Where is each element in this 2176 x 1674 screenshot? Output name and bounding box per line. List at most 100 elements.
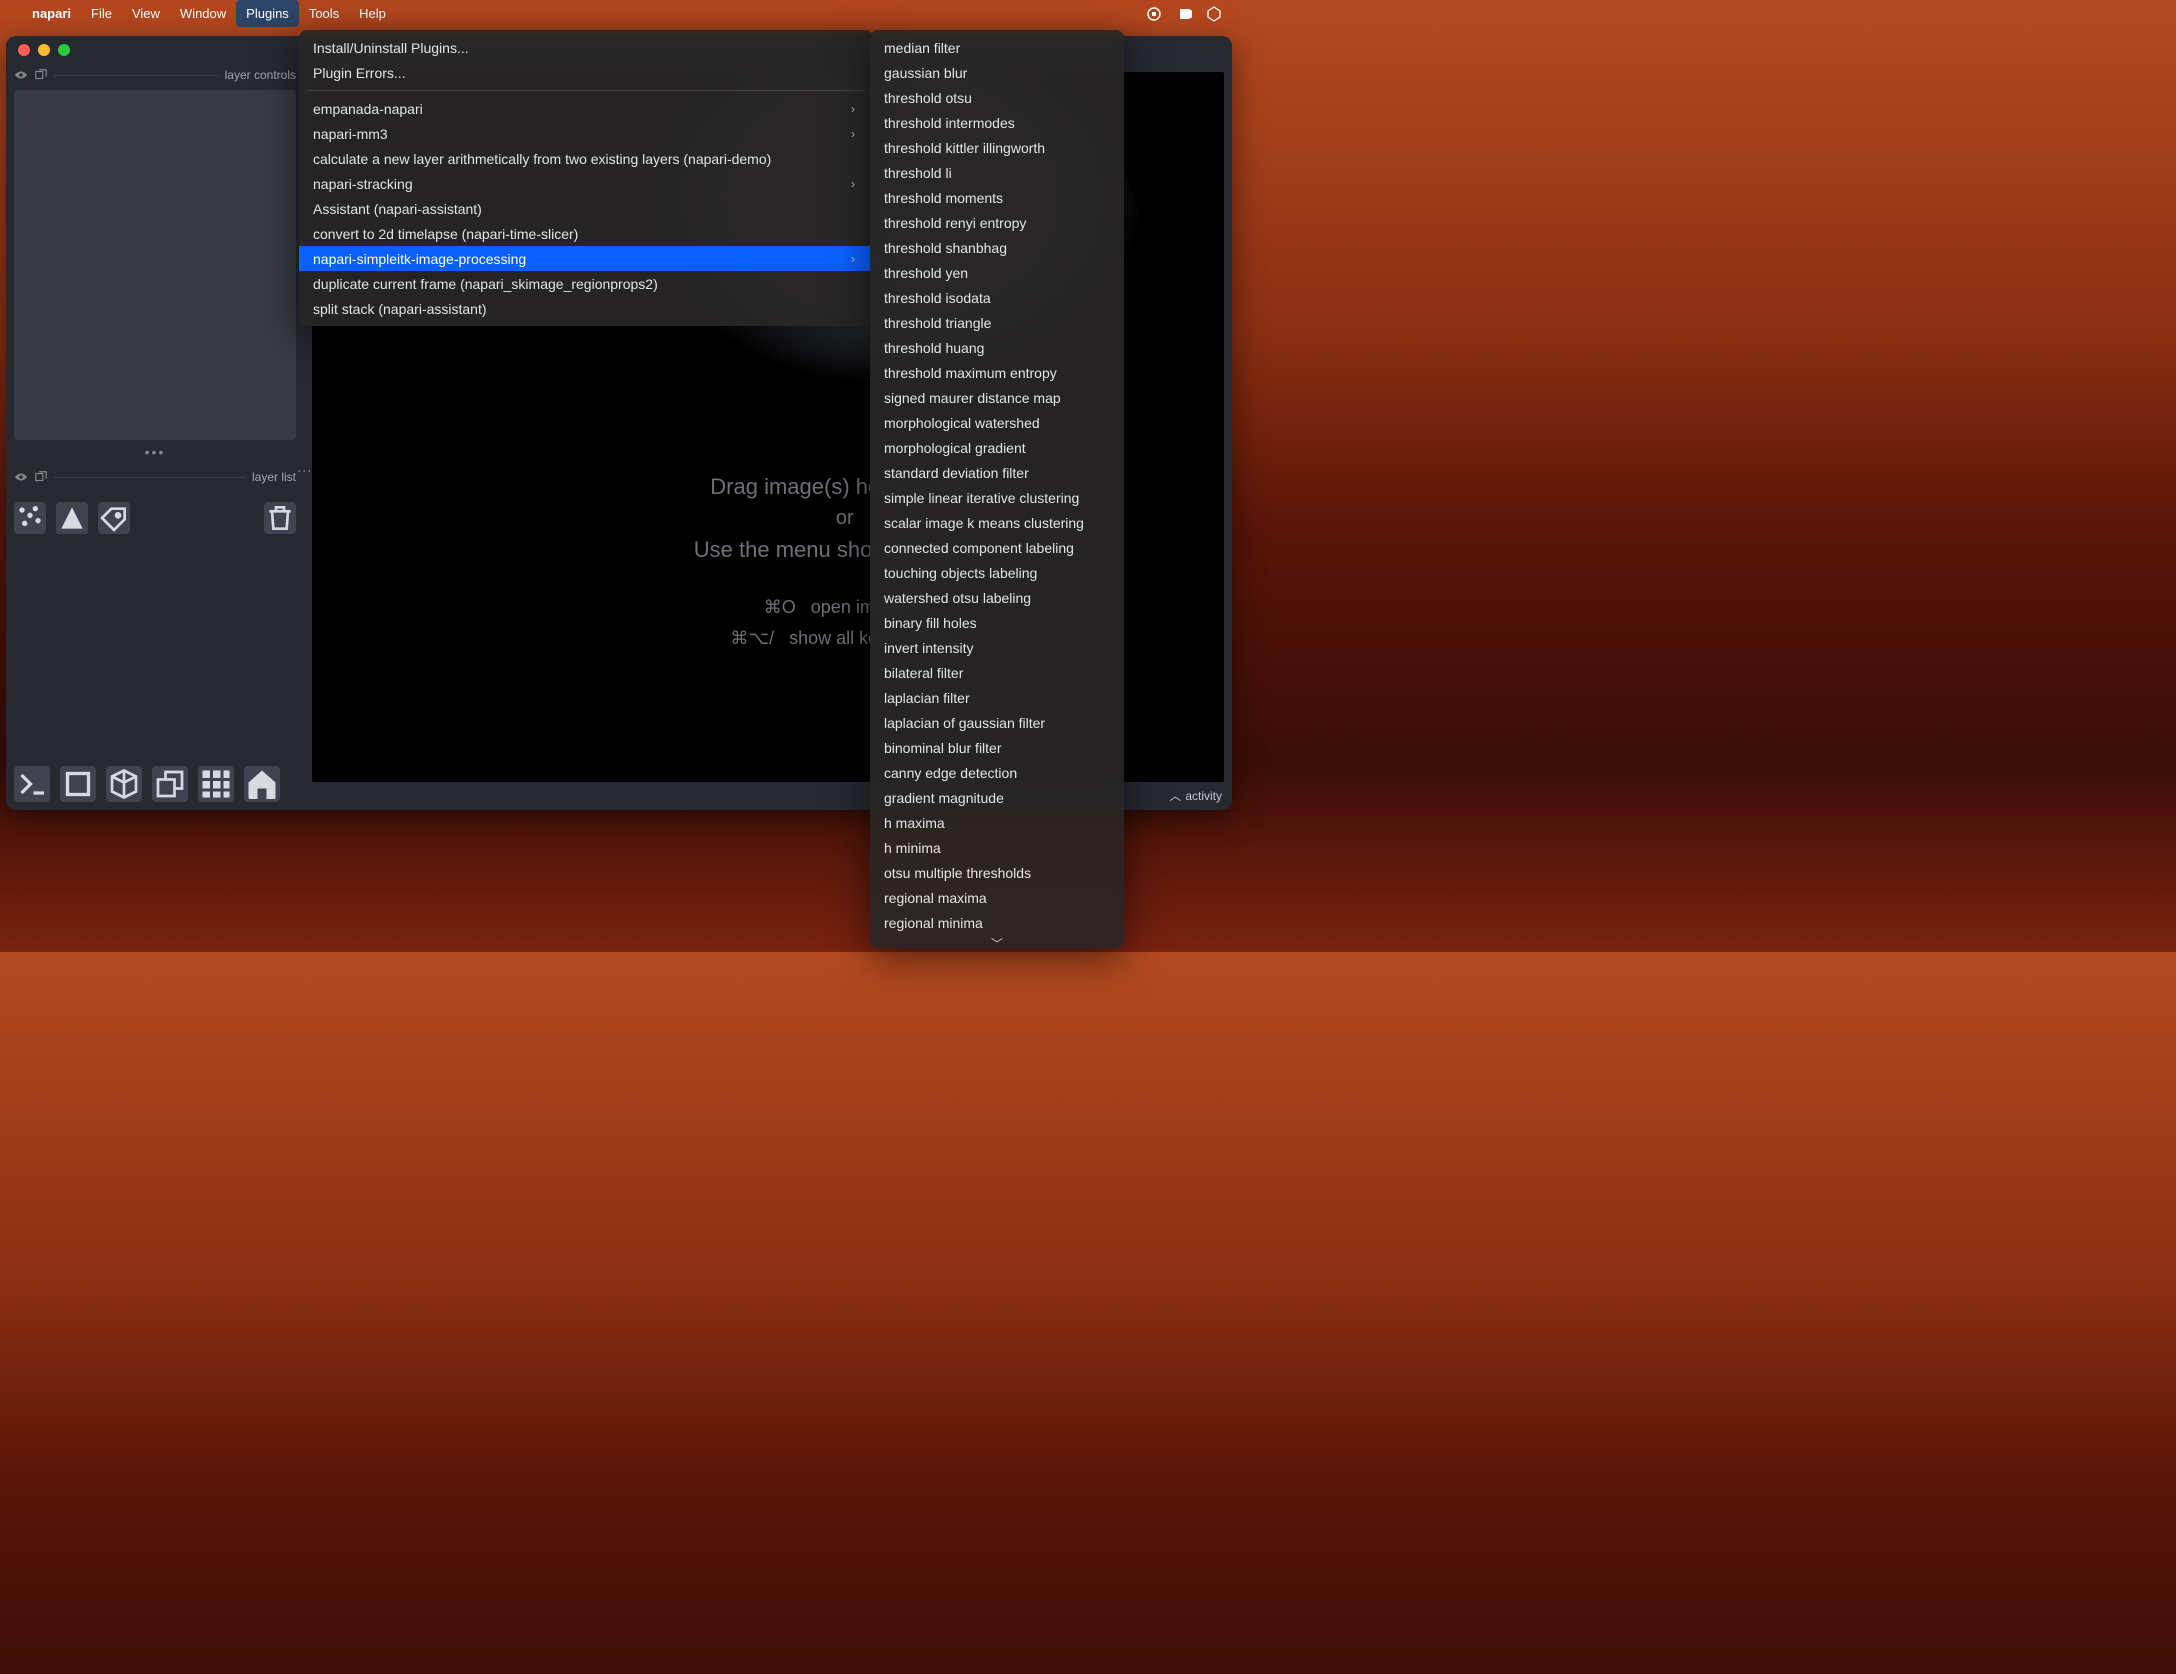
submenu-item[interactable]: regional minima xyxy=(870,910,1124,935)
chevron-up-icon: ︿ xyxy=(1169,787,1181,804)
submenu-item[interactable]: laplacian of gaussian filter xyxy=(870,710,1124,735)
plugin-menu-item-label: Assistant (napari-assistant) xyxy=(313,201,482,217)
submenu-item[interactable]: standard deviation filter xyxy=(870,460,1124,485)
new-shapes-layer-button[interactable] xyxy=(56,502,88,534)
submenu-item[interactable]: threshold intermodes xyxy=(870,110,1124,135)
submenu-item[interactable]: invert intensity xyxy=(870,635,1124,660)
status-icon-3[interactable] xyxy=(1206,6,1222,22)
submenu-item[interactable]: threshold otsu xyxy=(870,85,1124,110)
submenu-item[interactable]: median filter xyxy=(870,35,1124,60)
submenu-item[interactable]: h minima xyxy=(870,835,1124,860)
layer-list-header: layer list xyxy=(6,466,304,488)
submenu-item[interactable]: signed maurer distance map xyxy=(870,385,1124,410)
submenu-item[interactable]: simple linear iterative clustering xyxy=(870,485,1124,510)
menu-tools[interactable]: Tools xyxy=(299,0,349,27)
traffic-light-minimize[interactable] xyxy=(38,44,50,56)
console-button[interactable] xyxy=(14,766,50,802)
grid-button[interactable] xyxy=(198,766,234,802)
menu-plugins[interactable]: Plugins xyxy=(236,0,299,27)
status-icon-2[interactable] xyxy=(1176,6,1192,22)
plugin-menu-item-label: split stack (napari-assistant) xyxy=(313,301,487,317)
popout-icon[interactable] xyxy=(34,68,48,82)
submenu-item[interactable]: threshold huang xyxy=(870,335,1124,360)
submenu-item[interactable]: connected component labeling xyxy=(870,535,1124,560)
submenu-item[interactable]: scalar image k means clustering xyxy=(870,510,1124,535)
submenu-item[interactable]: bilateral filter xyxy=(870,660,1124,685)
submenu-item[interactable]: watershed otsu labeling xyxy=(870,585,1124,610)
menu-help[interactable]: Help xyxy=(349,0,396,27)
plugin-menu-item[interactable]: convert to 2d timelapse (napari-time-sli… xyxy=(299,221,873,246)
popout-icon[interactable] xyxy=(34,470,48,484)
new-labels-layer-button[interactable] xyxy=(98,502,130,534)
submenu-item[interactable]: threshold moments xyxy=(870,185,1124,210)
macos-menubar: napari File View Window Plugins Tools He… xyxy=(0,0,1238,27)
roll-dims-button[interactable] xyxy=(106,766,142,802)
plugins-menu: Install/Uninstall Plugins... Plugin Erro… xyxy=(299,30,873,326)
submenu-item[interactable]: gaussian blur xyxy=(870,60,1124,85)
plugin-menu-item-label: calculate a new layer arithmetically fro… xyxy=(313,151,771,167)
left-sidebar: layer controls ••• ⋮ layer list xyxy=(6,64,304,810)
new-points-layer-button[interactable] xyxy=(14,502,46,534)
transpose-button[interactable] xyxy=(152,766,188,802)
splitter-handle[interactable]: ⋮ xyxy=(302,464,308,478)
shortcut-keys-key: ⌘⌥/ xyxy=(730,628,774,648)
plugin-menu-item[interactable]: napari-mm3› xyxy=(299,121,873,146)
chevron-right-icon: › xyxy=(851,252,855,266)
submenu-item[interactable]: threshold maximum entropy xyxy=(870,360,1124,385)
submenu-item[interactable]: threshold triangle xyxy=(870,310,1124,335)
menu-window[interactable]: Window xyxy=(170,0,236,27)
plugin-menu-item[interactable]: Assistant (napari-assistant) xyxy=(299,196,873,221)
plugin-menu-item-label: convert to 2d timelapse (napari-time-sli… xyxy=(313,226,578,242)
chevron-right-icon: › xyxy=(851,127,855,141)
submenu-item[interactable]: regional maxima xyxy=(870,885,1124,910)
home-button[interactable] xyxy=(244,766,280,802)
submenu-item[interactable]: h maxima xyxy=(870,810,1124,835)
menu-file[interactable]: File xyxy=(81,0,122,27)
submenu-item[interactable]: threshold li xyxy=(870,160,1124,185)
submenu-item[interactable]: touching objects labeling xyxy=(870,560,1124,585)
plugin-menu-item[interactable]: empanada-napari› xyxy=(299,96,873,121)
delete-layer-button[interactable] xyxy=(264,502,296,534)
submenu-item[interactable]: morphological watershed xyxy=(870,410,1124,435)
menu-view[interactable]: View xyxy=(122,0,170,27)
submenu-item[interactable]: binominal blur filter xyxy=(870,735,1124,760)
status-icon-1[interactable] xyxy=(1146,6,1162,22)
activity-label: activity xyxy=(1185,789,1222,803)
submenu-item[interactable]: gradient magnitude xyxy=(870,785,1124,810)
layer-controls-header: layer controls xyxy=(6,64,304,86)
submenu-item[interactable]: threshold yen xyxy=(870,260,1124,285)
plugin-menu-item[interactable]: duplicate current frame (napari_skimage_… xyxy=(299,271,873,296)
plugin-menu-item[interactable]: calculate a new layer arithmetically fro… xyxy=(299,146,873,171)
plugin-menu-item-label: empanada-napari xyxy=(313,101,423,117)
traffic-light-zoom[interactable] xyxy=(58,44,70,56)
activity-indicator[interactable]: ︿ activity xyxy=(1169,787,1222,804)
layer-list-title: layer list xyxy=(252,470,296,484)
shortcut-open-key: ⌘O xyxy=(764,597,796,617)
plugin-menu-item[interactable]: napari-stracking› xyxy=(299,171,873,196)
simpleitk-submenu: median filtergaussian blurthreshold otsu… xyxy=(870,30,1124,948)
submenu-item[interactable]: otsu multiple thresholds xyxy=(870,860,1124,885)
plugin-menu-item-label: napari-simpleitk-image-processing xyxy=(313,251,526,267)
viewer-buttons xyxy=(14,766,280,802)
menu-plugin-errors[interactable]: Plugin Errors... xyxy=(299,60,873,85)
submenu-scroll-down-icon[interactable]: ﹀ xyxy=(870,935,1124,949)
plugin-menu-item[interactable]: split stack (napari-assistant) xyxy=(299,296,873,321)
panel-drag-handle[interactable]: ••• xyxy=(6,444,304,460)
eye-icon[interactable] xyxy=(14,68,28,82)
layer-controls-panel xyxy=(14,90,296,440)
submenu-item[interactable]: laplacian filter xyxy=(870,685,1124,710)
submenu-item[interactable]: canny edge detection xyxy=(870,760,1124,785)
submenu-item[interactable]: threshold isodata xyxy=(870,285,1124,310)
ndisplay-button[interactable] xyxy=(60,766,96,802)
menu-install-plugins[interactable]: Install/Uninstall Plugins... xyxy=(299,35,873,60)
eye-icon[interactable] xyxy=(14,470,28,484)
submenu-item[interactable]: morphological gradient xyxy=(870,435,1124,460)
plugin-menu-item[interactable]: napari-simpleitk-image-processing › xyxy=(299,246,873,271)
traffic-light-close[interactable] xyxy=(18,44,30,56)
submenu-item[interactable]: threshold shanbhag xyxy=(870,235,1124,260)
submenu-item[interactable]: threshold renyi entropy xyxy=(870,210,1124,235)
submenu-item[interactable]: binary fill holes xyxy=(870,610,1124,635)
plugin-menu-item-label: napari-stracking xyxy=(313,176,413,192)
app-name[interactable]: napari xyxy=(22,6,81,21)
submenu-item[interactable]: threshold kittler illingworth xyxy=(870,135,1124,160)
